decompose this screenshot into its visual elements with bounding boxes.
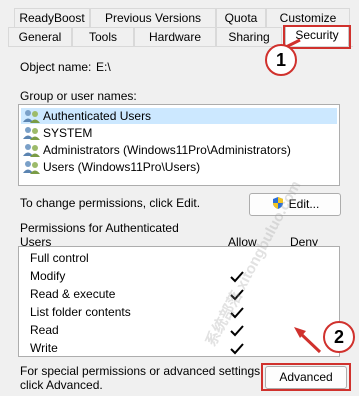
callout-1: 1 <box>265 44 297 76</box>
annotation-arrows <box>279 38 322 354</box>
callout-2: 2 <box>323 321 355 353</box>
